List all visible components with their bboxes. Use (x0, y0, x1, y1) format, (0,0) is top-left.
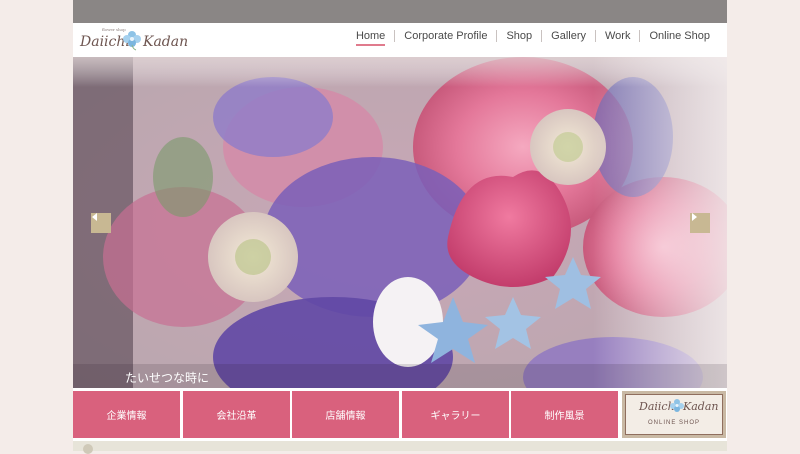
logo-word-kadan: Kadan (143, 34, 189, 50)
button-store-info[interactable]: 店舗情報 (292, 391, 399, 438)
main-nav: Home Corporate Profile Shop Gallery Work… (347, 30, 719, 46)
slide-caption: たいせつな時に (125, 371, 210, 385)
slide-caption-bar: たいせつな時に (73, 364, 727, 388)
bottom-strip (73, 441, 727, 454)
banner-word-kadan: Kadan (683, 400, 719, 413)
online-shop-banner-inner: Daiichi Kadan ONLINE SHOP (625, 394, 723, 435)
banner-subtitle: ONLINE SHOP (647, 420, 700, 426)
nav-gallery[interactable]: Gallery (541, 30, 595, 42)
button-company-history[interactable]: 会社沿革 (183, 391, 290, 438)
online-shop-banner[interactable]: Daiichi Kadan ONLINE SHOP (622, 391, 726, 438)
button-gallery[interactable]: ギャラリー (402, 391, 509, 438)
slider-next-button[interactable] (690, 213, 710, 233)
chevron-left-icon (92, 213, 97, 221)
top-bar (73, 0, 727, 23)
nav-online-shop[interactable]: Online Shop (639, 30, 719, 42)
button-production[interactable]: 制作風景 (511, 391, 618, 438)
chevron-right-icon (692, 213, 697, 221)
flower-icon (123, 31, 141, 51)
quick-links: 企業情報 会社沿革 店舗情報 ギャラリー 制作風景 Daiichi Kadan … (73, 391, 727, 439)
site-header: flower shop Daiichi Kadan Home Corporate… (73, 23, 727, 57)
nav-work[interactable]: Work (594, 30, 639, 42)
decorative-dot (83, 444, 93, 454)
nav-home[interactable]: Home (347, 30, 394, 46)
nav-corporate-profile[interactable]: Corporate Profile (394, 30, 496, 42)
hero-flower-image (73, 57, 727, 388)
slider-prev-button[interactable] (91, 213, 111, 233)
nav-shop[interactable]: Shop (496, 30, 541, 42)
page-container: flower shop Daiichi Kadan Home Corporate… (73, 0, 727, 454)
button-corporate-info[interactable]: 企業情報 (73, 391, 180, 438)
hero-slider[interactable]: たいせつな時に (73, 57, 727, 388)
site-logo[interactable]: flower shop Daiichi Kadan (80, 27, 190, 55)
